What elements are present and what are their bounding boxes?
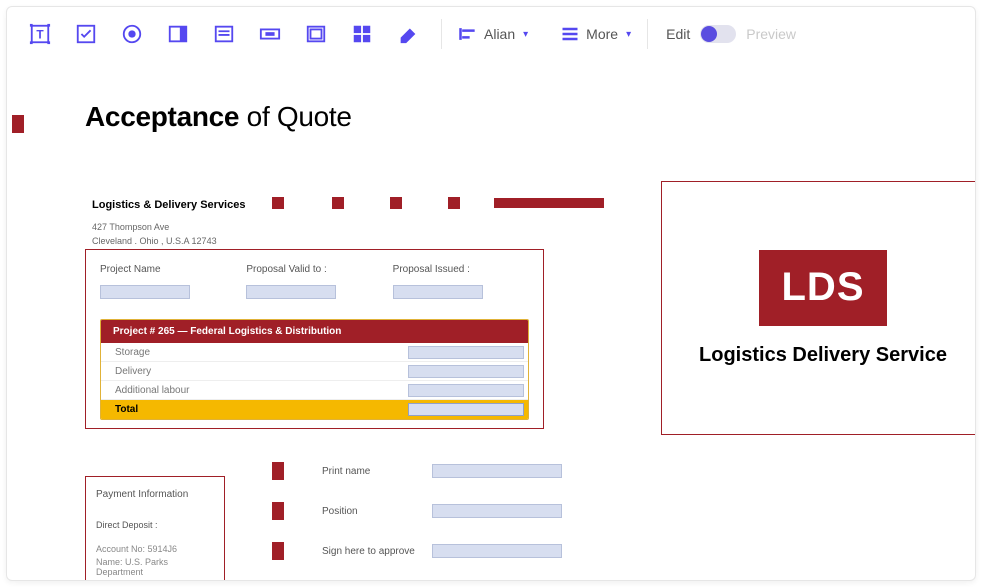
svg-text:T: T [36,28,44,42]
mode-switch: Edit Preview [666,25,796,43]
editor-toolbar: T Alian ▾ More ▾ Edit Preview [7,7,975,61]
edit-preview-toggle[interactable] [700,25,736,43]
toolbar-separator [441,19,442,49]
grid-tool-icon[interactable] [339,12,385,56]
radio-tool-icon[interactable] [109,12,155,56]
preview-mode-label: Preview [746,26,796,42]
text-tool-icon[interactable]: T [17,12,63,56]
signature-section: Print name Position Sign here to approve [272,451,572,571]
storage-value-input[interactable] [408,346,524,359]
table-row: Additional labour [101,381,528,400]
company-name: Logistics & Delivery Services [92,199,245,211]
document-canvas: Acceptance of Quote Logistics & Delivery… [7,61,975,580]
chevron-down-icon: ▾ [626,29,631,40]
valid-to-label: Proposal Valid to : [246,264,382,275]
eraser-tool-icon[interactable] [385,12,431,56]
labour-value-input[interactable] [408,384,524,397]
project-name-input[interactable] [100,285,190,299]
logo-text: Logistics Delivery Service [699,344,947,367]
lds-logo: LDS [759,250,887,326]
image-tool-icon[interactable] [293,12,339,56]
edit-mode-label: Edit [666,26,690,42]
page-title: Acceptance of Quote [85,101,352,133]
payment-account: Account No: 5914J6 [96,544,214,554]
table-row: Storage [101,343,528,362]
align-icon [458,24,478,44]
marker-icon [272,542,284,560]
issued-label: Proposal Issued : [393,264,529,275]
button-tool-icon[interactable] [247,12,293,56]
list-tool-icon[interactable] [201,12,247,56]
delivery-value-input[interactable] [408,365,524,378]
align-label: Alian [484,26,515,42]
align-dropdown[interactable]: Alian ▾ [452,24,534,44]
position-label: Position [322,506,432,517]
checkbox-tool-icon[interactable] [63,12,109,56]
more-label: More [586,26,618,42]
sign-label: Sign here to approve [322,546,432,557]
marker-icon [272,462,284,480]
page-tab-marker [12,115,24,133]
payment-name: Name: U.S. Parks Department [96,557,214,577]
print-name-label: Print name [322,466,432,477]
payment-info-box: Payment Information Direct Deposit : Acc… [85,476,225,580]
company-address: 427 Thompson Ave Cleveland . Ohio , U.S.… [92,221,217,248]
valid-to-input[interactable] [246,285,336,299]
menu-icon [560,24,580,44]
more-dropdown[interactable]: More ▾ [554,24,637,44]
quote-items-table: Project # 265 — Federal Logistics & Dist… [100,319,529,420]
table-row-total: Total [101,400,528,419]
total-value-input[interactable] [408,403,524,416]
table-header: Project # 265 — Federal Logistics & Dist… [101,320,528,343]
quote-form: Project Name Proposal Valid to : Proposa… [85,249,544,429]
project-name-label: Project Name [100,264,236,275]
table-row: Delivery [101,362,528,381]
marker-icon [272,502,284,520]
chevron-down-icon: ▾ [523,29,528,40]
signature-input[interactable] [432,544,562,558]
print-name-input[interactable] [432,464,562,478]
toolbar-separator [647,19,648,49]
logo-card: LDS Logistics Delivery Service [661,181,975,435]
position-input[interactable] [432,504,562,518]
payment-method: Direct Deposit : [96,520,214,530]
payment-header: Payment Information [96,489,214,500]
issued-input[interactable] [393,285,483,299]
dropdown-tool-icon[interactable] [155,12,201,56]
